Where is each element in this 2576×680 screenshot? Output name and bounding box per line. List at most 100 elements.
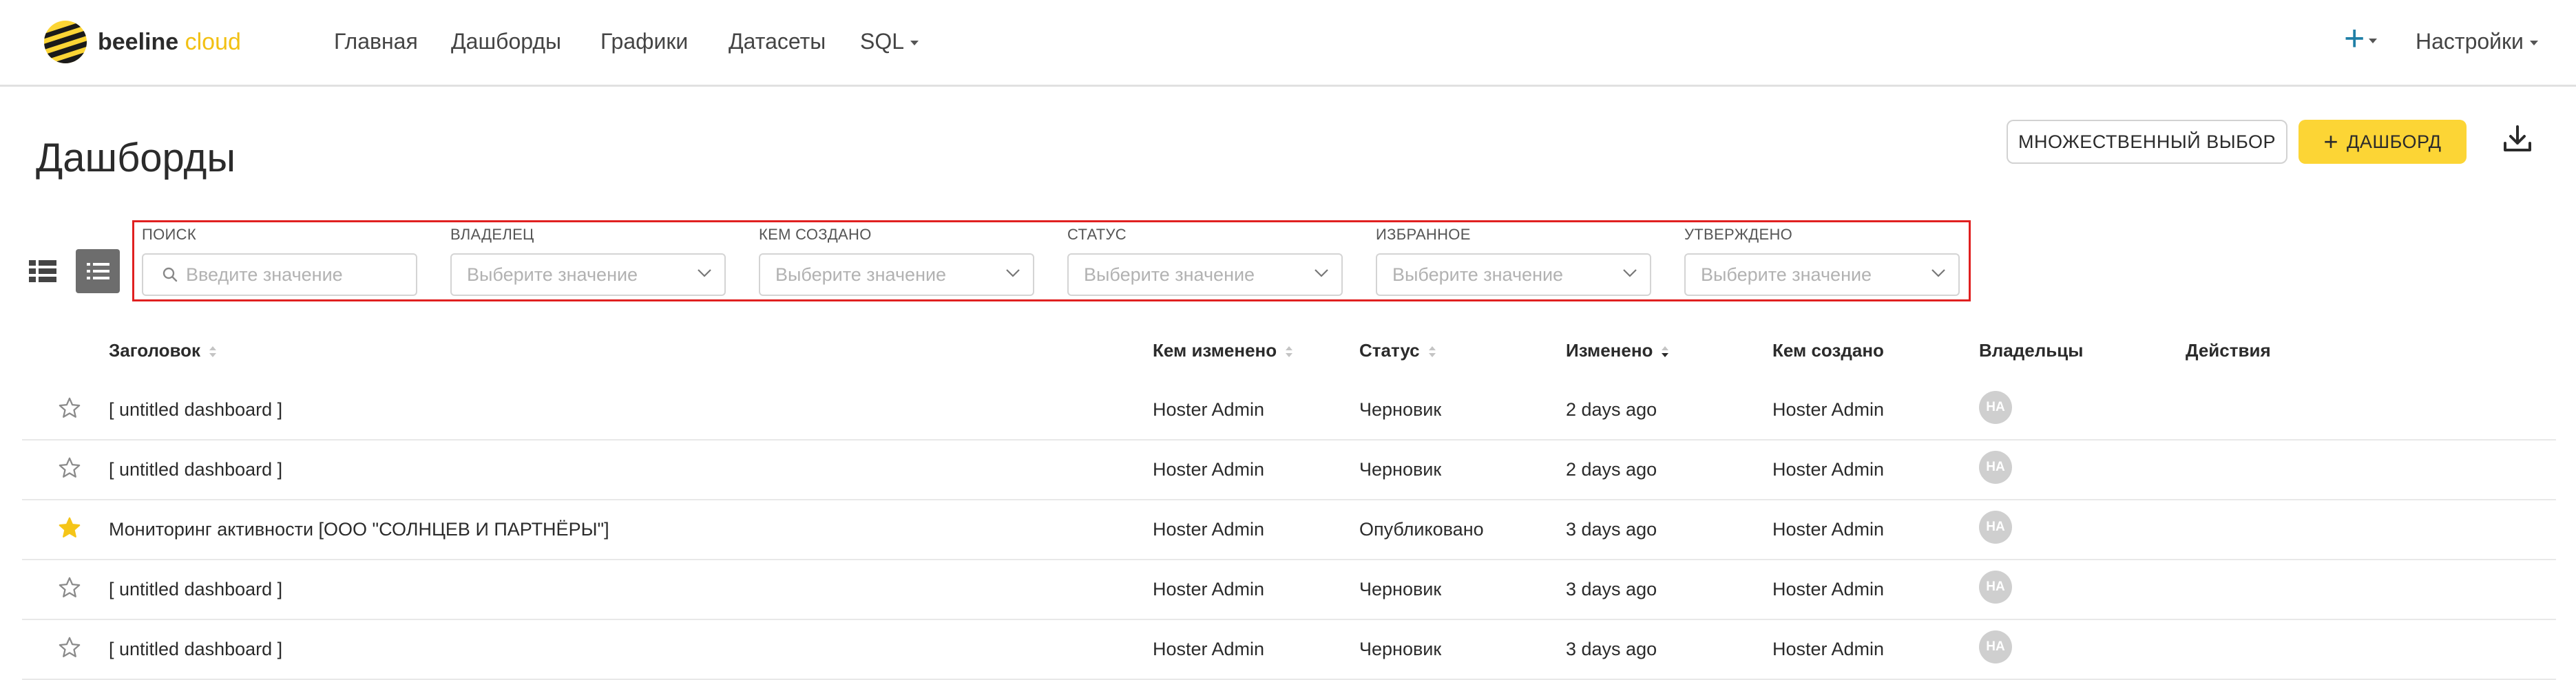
row-modified-by: Hoster Admin [1153, 519, 1265, 540]
avatar[interactable]: HA [1979, 571, 2012, 604]
column-header-actions: Действия [2186, 340, 2271, 361]
column-title-label: Заголовок [109, 340, 201, 361]
avatar[interactable]: HA [1979, 451, 2012, 484]
nav-home[interactable]: Главная [334, 29, 418, 54]
table-row[interactable]: [ untitled dashboard ] Hoster Admin Черн… [22, 440, 2556, 500]
search-filter-label: ПОИСК [142, 226, 196, 243]
row-status: Черновик [1359, 639, 1442, 659]
row-created-by: Hoster Admin [1772, 579, 1885, 599]
chevron-down-icon [910, 41, 919, 46]
search-input[interactable]: Введите значение [142, 253, 417, 296]
row-modified-by: Hoster Admin [1153, 399, 1265, 420]
search-icon [163, 267, 178, 282]
row-modified: 3 days ago [1566, 639, 1657, 659]
row-modified-by: Hoster Admin [1153, 639, 1265, 659]
column-modified-by-label: Кем изменено [1153, 340, 1277, 361]
nav-sql-label: SQL [860, 29, 905, 54]
chevron-down-icon [2529, 41, 2538, 46]
owner-filter-label: ВЛАДЕЛЕЦ [450, 226, 534, 243]
row-created-by: Hoster Admin [1772, 459, 1885, 480]
add-dashboard-button[interactable]: + ДАШБОРД [2298, 120, 2467, 164]
top-navbar: beeline cloud Главная Дашборды Графики Д… [0, 0, 2576, 87]
chevron-down-icon [1931, 269, 1945, 277]
sort-icon [1286, 346, 1293, 358]
search-placeholder: Введите значение [186, 264, 343, 285]
nav-charts[interactable]: Графики [600, 29, 688, 54]
list-view-icon [87, 263, 109, 279]
chevron-down-icon [698, 269, 711, 277]
list-view-toggle[interactable] [76, 249, 120, 293]
nav-sql[interactable]: SQL [860, 29, 919, 54]
created-by-select[interactable]: Выберите значение [759, 253, 1034, 296]
status-placeholder: Выберите значение [1084, 264, 1255, 285]
column-header-title[interactable]: Заголовок [109, 340, 217, 361]
created-by-filter-label: КЕМ СОЗДАНО [759, 226, 872, 243]
favorite-select[interactable]: Выберите значение [1376, 253, 1651, 296]
plus-icon: + [2344, 19, 2365, 59]
star-icon[interactable] [58, 396, 81, 420]
row-modified-by: Hoster Admin [1153, 579, 1265, 599]
page-title: Дашборды [36, 136, 235, 180]
chevron-down-icon [1623, 269, 1637, 277]
row-title[interactable]: [ untitled dashboard ] [109, 459, 282, 480]
add-dashboard-label: ДАШБОРД [2347, 131, 2442, 152]
owner-placeholder: Выберите значение [467, 264, 638, 285]
logo[interactable]: beeline cloud [43, 19, 249, 65]
column-header-modified-by[interactable]: Кем изменено [1153, 340, 1293, 361]
row-status: Черновик [1359, 399, 1442, 420]
new-menu-button[interactable]: + [2344, 19, 2378, 59]
table-row[interactable]: [ untitled dashboard ] Hoster Admin Черн… [22, 560, 2556, 620]
star-icon[interactable] [58, 456, 81, 480]
row-modified: 3 days ago [1566, 579, 1657, 599]
row-title[interactable]: [ untitled dashboard ] [109, 639, 282, 660]
row-title[interactable]: [ untitled dashboard ] [109, 579, 282, 600]
sort-desc-icon [1662, 346, 1669, 358]
created-by-placeholder: Выберите значение [775, 264, 947, 285]
approved-placeholder: Выберите значение [1701, 264, 1872, 285]
approved-filter-label: УТВЕРЖДЕНО [1684, 226, 1793, 243]
table-row[interactable]: [ untitled dashboard ] Hoster Admin Черн… [22, 380, 2556, 440]
row-title[interactable]: Мониторинг активности [ООО "СОЛНЦЕВ И ПА… [109, 519, 609, 540]
column-header-status[interactable]: Статус [1359, 340, 1436, 361]
row-created-by: Hoster Admin [1772, 519, 1885, 540]
table-row[interactable]: [ untitled dashboard ] Hoster Admin Черн… [22, 619, 2556, 680]
avatar[interactable]: HA [1979, 630, 2012, 663]
multi-select-button[interactable]: МНОЖЕСТВЕННЫЙ ВЫБОР [2007, 120, 2287, 164]
status-filter-label: СТАТУС [1067, 226, 1127, 243]
row-created-by: Hoster Admin [1772, 639, 1885, 659]
row-modified: 2 days ago [1566, 459, 1657, 480]
status-select[interactable]: Выберите значение [1067, 253, 1343, 296]
column-status-label: Статус [1359, 340, 1420, 361]
chevron-down-icon [2369, 38, 2378, 43]
column-modified-label: Изменено [1566, 340, 1653, 361]
settings-menu[interactable]: Настройки [2416, 29, 2538, 54]
star-icon[interactable] [58, 576, 81, 599]
table-row[interactable]: Мониторинг активности [ООО "СОЛНЦЕВ И ПА… [22, 500, 2556, 560]
row-status: Черновик [1359, 579, 1442, 599]
nav-dashboards[interactable]: Дашборды [451, 29, 561, 54]
row-status: Черновик [1359, 459, 1442, 480]
logo-text: beeline cloud [98, 29, 241, 55]
column-header-modified[interactable]: Изменено [1566, 340, 1669, 361]
download-icon[interactable] [2501, 123, 2534, 156]
row-created-by: Hoster Admin [1772, 399, 1885, 420]
avatar[interactable]: HA [1979, 511, 2012, 544]
card-view-icon[interactable] [29, 257, 56, 285]
column-header-owners: Владельцы [1979, 340, 2084, 361]
settings-label: Настройки [2416, 29, 2524, 54]
favorite-filter-label: ИЗБРАННОЕ [1376, 226, 1471, 243]
favorite-placeholder: Выберите значение [1392, 264, 1564, 285]
row-status: Опубликовано [1359, 519, 1484, 540]
row-modified-by: Hoster Admin [1153, 459, 1265, 480]
star-icon[interactable] [58, 636, 81, 659]
avatar[interactable]: HA [1979, 391, 2012, 424]
chevron-down-icon [1315, 269, 1328, 277]
row-title[interactable]: [ untitled dashboard ] [109, 399, 282, 421]
star-icon[interactable] [58, 516, 81, 540]
chevron-down-icon [1006, 269, 1020, 277]
multi-select-label: МНОЖЕСТВЕННЫЙ ВЫБОР [2018, 131, 2276, 152]
nav-datasets[interactable]: Датасеты [729, 29, 826, 54]
approved-select[interactable]: Выберите значение [1684, 253, 1960, 296]
column-header-created-by: Кем создано [1772, 340, 1884, 361]
owner-select[interactable]: Выберите значение [450, 253, 726, 296]
